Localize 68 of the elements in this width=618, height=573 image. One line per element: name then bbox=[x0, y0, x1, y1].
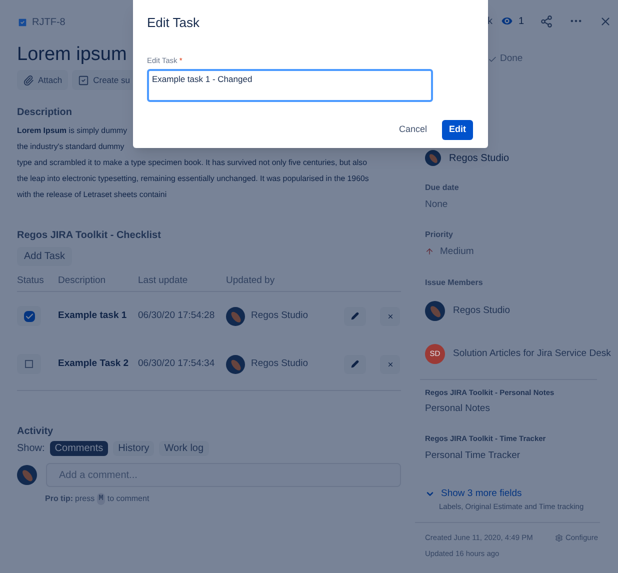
add-task-button[interactable]: Add Task bbox=[17, 247, 72, 266]
delete-button[interactable] bbox=[380, 306, 400, 326]
member-name: Solution Articles for Jira Service Desk bbox=[453, 346, 611, 361]
updated-by: Regos Studio bbox=[251, 308, 308, 323]
watcher-count: 1 bbox=[518, 14, 524, 28]
field-label: Priority bbox=[425, 228, 454, 240]
cancel-button[interactable]: Cancel bbox=[398, 123, 427, 136]
column-header: Status bbox=[17, 274, 45, 288]
avatar-icon bbox=[425, 300, 445, 321]
section-heading: Regos JIRA Toolkit - Checklist bbox=[17, 229, 162, 243]
task-icon bbox=[17, 16, 28, 28]
avatar-icon bbox=[226, 354, 245, 374]
task-description: Example Task 2 bbox=[58, 356, 130, 371]
status-checkbox[interactable] bbox=[25, 360, 33, 368]
paperclip-icon bbox=[23, 74, 34, 86]
show-label: Show: bbox=[17, 442, 45, 456]
edit-button[interactable]: Edit bbox=[442, 120, 473, 140]
status-text[interactable]: Done bbox=[500, 52, 523, 66]
share-icon[interactable] bbox=[540, 14, 553, 28]
activity-tab[interactable]: History bbox=[113, 441, 154, 456]
issue-title: Lorem ipsum bbox=[17, 43, 127, 67]
subtask-icon bbox=[78, 74, 90, 86]
action-button[interactable]: Attach bbox=[17, 70, 68, 90]
dialog-title: Edit Task bbox=[147, 14, 201, 32]
delete-button[interactable] bbox=[380, 354, 400, 374]
task-description: Example task 1 bbox=[58, 308, 128, 323]
header-text[interactable]: k bbox=[487, 14, 492, 28]
issue-key[interactable]: RJTF-8 bbox=[32, 14, 66, 30]
activity-tab[interactable]: Work log bbox=[159, 441, 209, 456]
task-timestamp: 06/30/20 17:54:34 bbox=[138, 356, 216, 371]
close-icon bbox=[386, 360, 394, 368]
edit-button[interactable] bbox=[344, 354, 366, 374]
action-button[interactable]: Create su bbox=[72, 70, 136, 90]
avatar-icon bbox=[17, 465, 37, 485]
field-label: Due date bbox=[425, 182, 460, 194]
column-header: Updated by bbox=[226, 274, 276, 288]
field-value: Medium bbox=[440, 244, 474, 258]
section-heading: Activity bbox=[17, 425, 54, 439]
task-input[interactable]: Example task 1 - Changed bbox=[147, 68, 433, 102]
avatar-icon bbox=[226, 306, 245, 326]
close-icon bbox=[386, 312, 394, 320]
check-icon bbox=[488, 54, 497, 64]
field-value: None bbox=[425, 198, 448, 212]
section-heading: Description bbox=[17, 106, 74, 120]
avatar-icon bbox=[425, 150, 441, 166]
status-button[interactable] bbox=[17, 354, 41, 374]
activity-tab[interactable]: Comments bbox=[50, 441, 108, 456]
task-timestamp: 06/30/20 17:54:28 bbox=[138, 308, 216, 323]
priority-arrow-icon bbox=[425, 247, 434, 256]
column-header: Last update bbox=[138, 274, 189, 288]
assignee-name: Regos Studio bbox=[449, 152, 510, 166]
column-header: Description bbox=[58, 274, 107, 288]
settings-icon[interactable] bbox=[555, 534, 564, 542]
edit-button[interactable] bbox=[344, 306, 366, 326]
check-icon bbox=[24, 312, 34, 320]
status-button[interactable] bbox=[17, 306, 41, 326]
more-fields-link[interactable]: Show 3 more fields bbox=[441, 486, 522, 501]
status-checkbox[interactable] bbox=[24, 310, 34, 322]
field-value[interactable]: Personal Time Tracker bbox=[425, 448, 618, 463]
pro-tip-text: Pro tip: press M to comment bbox=[45, 493, 150, 505]
member-name: Regos Studio bbox=[453, 304, 510, 318]
pencil-icon bbox=[351, 360, 359, 368]
field-value[interactable]: Personal Notes bbox=[425, 402, 618, 416]
updated-by: Regos Studio bbox=[251, 356, 308, 371]
comment-field[interactable]: Add a comment... bbox=[46, 463, 401, 487]
pencil-icon bbox=[351, 312, 359, 320]
close-icon[interactable] bbox=[599, 14, 612, 28]
field-label: Issue Members bbox=[425, 276, 484, 289]
